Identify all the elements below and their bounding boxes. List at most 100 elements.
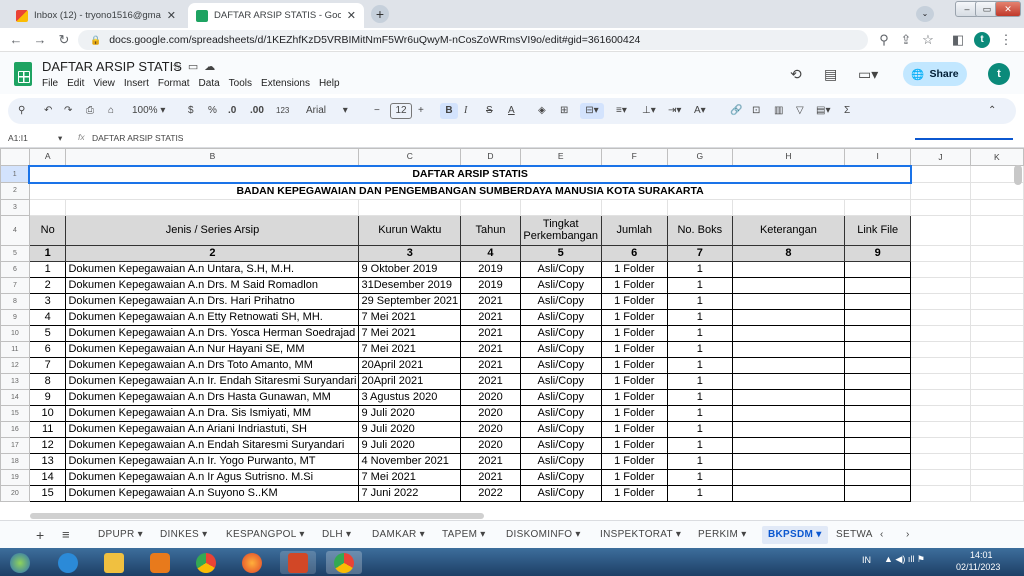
- cell[interactable]: [969, 436, 1024, 454]
- cell-jumlah[interactable]: 1 Folder: [600, 404, 668, 422]
- cell-no-boks[interactable]: 1: [666, 324, 733, 342]
- cell[interactable]: [910, 468, 971, 486]
- cell[interactable]: [910, 372, 971, 390]
- column-header[interactable]: K: [969, 148, 1024, 166]
- cell-link-file[interactable]: [844, 372, 912, 390]
- cell-tingkat[interactable]: Asli/Copy: [519, 468, 602, 486]
- collapse-toolbar-icon[interactable]: ⌃: [988, 103, 996, 119]
- insert-link-icon[interactable]: 🔗: [730, 103, 742, 119]
- cell-kurun-waktu[interactable]: 7 Mei 2021: [358, 340, 462, 358]
- cell[interactable]: [910, 484, 971, 502]
- cell[interactable]: [910, 324, 971, 342]
- cell-no-boks[interactable]: 1: [666, 484, 733, 502]
- cell-keterangan[interactable]: [731, 276, 846, 294]
- row-number[interactable]: 9: [0, 308, 30, 326]
- cell-no-boks[interactable]: 1: [666, 372, 733, 390]
- cell-jenis-arsip[interactable]: Dokumen Kepegawaian A.n Drs Hasta Gunawa…: [65, 388, 360, 406]
- text-rotation-icon[interactable]: A▾: [694, 103, 706, 119]
- cell-kurun-waktu[interactable]: 29 September 2021: [358, 292, 462, 310]
- cell-keterangan[interactable]: [731, 292, 846, 310]
- menu-insert[interactable]: Insert: [124, 78, 149, 89]
- clock-time[interactable]: 14:01: [970, 550, 993, 560]
- cell[interactable]: [844, 198, 912, 216]
- cell[interactable]: [969, 244, 1024, 262]
- cell-no-boks[interactable]: 1: [666, 260, 733, 278]
- cell-link-file[interactable]: [844, 276, 912, 294]
- cell-no[interactable]: 11: [28, 420, 67, 438]
- share-button[interactable]: 🌐 Share: [903, 62, 967, 86]
- header-cell[interactable]: No: [28, 214, 67, 246]
- cell-link-file[interactable]: [844, 468, 912, 486]
- cell-keterangan[interactable]: [731, 324, 846, 342]
- cell-no-boks[interactable]: 1: [666, 436, 733, 454]
- close-icon[interactable]: ✕: [167, 9, 176, 22]
- star-icon[interactable]: ☆: [172, 61, 188, 73]
- cell[interactable]: [519, 198, 602, 216]
- cell[interactable]: [910, 260, 971, 278]
- cell-kurun-waktu[interactable]: 4 November 2021: [358, 452, 462, 470]
- header-number-cell[interactable]: 7: [666, 244, 733, 262]
- sheet-tab-damkar[interactable]: DAMKAR ▾: [372, 526, 425, 544]
- cell[interactable]: [969, 260, 1024, 278]
- chevron-down-icon[interactable]: ▾: [417, 529, 425, 540]
- cell-no[interactable]: 1: [28, 260, 67, 278]
- row-number[interactable]: 11: [0, 340, 30, 358]
- chrome-active-icon[interactable]: [326, 551, 362, 574]
- horizontal-scrollbar[interactable]: [30, 513, 484, 519]
- chevron-down-icon[interactable]: ▾: [813, 529, 821, 540]
- firefox-icon[interactable]: [234, 551, 270, 574]
- cell-tahun[interactable]: 2021: [460, 356, 521, 374]
- media-player-icon[interactable]: [142, 551, 178, 574]
- cell-kurun-waktu[interactable]: 20April 2021: [358, 356, 462, 374]
- header-number-cell[interactable]: 6: [600, 244, 668, 262]
- cell-no-boks[interactable]: 1: [666, 340, 733, 358]
- sheet-tab-tapem[interactable]: TAPEM ▾: [442, 526, 486, 544]
- cell-tingkat[interactable]: Asli/Copy: [519, 388, 602, 406]
- cell-jumlah[interactable]: 1 Folder: [600, 276, 668, 294]
- column-header[interactable]: I: [844, 148, 912, 166]
- row-number[interactable]: 16: [0, 420, 30, 438]
- sheet-tab-diskominfo[interactable]: DISKOMINFO ▾: [506, 526, 581, 544]
- row-number[interactable]: 15: [0, 404, 30, 422]
- sheet-tab-kespangpol[interactable]: KESPANGPOL ▾: [226, 526, 305, 544]
- chevron-down-icon[interactable]: ▾: [199, 529, 207, 540]
- cell[interactable]: [969, 356, 1024, 374]
- header-number-cell[interactable]: 5: [519, 244, 602, 262]
- cell-no[interactable]: 4: [28, 308, 67, 326]
- row-number[interactable]: 8: [0, 292, 30, 310]
- close-icon[interactable]: ✕: [347, 9, 356, 22]
- sheet-tab-inspektorat[interactable]: INSPEKTORAT ▾: [600, 526, 681, 544]
- header-number-cell[interactable]: 1: [28, 244, 67, 262]
- all-sheets-icon[interactable]: ≡: [62, 526, 70, 544]
- cell-kurun-waktu[interactable]: 20April 2021: [358, 372, 462, 390]
- cell[interactable]: [969, 388, 1024, 406]
- cell-tingkat[interactable]: Asli/Copy: [519, 420, 602, 438]
- file-explorer-icon[interactable]: [96, 551, 132, 574]
- strikethrough-button[interactable]: S: [486, 103, 493, 119]
- sheet-tab-setwa[interactable]: SETWA: [836, 526, 873, 544]
- cell-jumlah[interactable]: 1 Folder: [600, 340, 668, 358]
- row-number[interactable]: 19: [0, 468, 30, 486]
- cell-no[interactable]: 9: [28, 388, 67, 406]
- cell[interactable]: [969, 276, 1024, 294]
- row-number[interactable]: 5: [0, 244, 30, 262]
- cell-kurun-waktu[interactable]: 9 Juli 2020: [358, 436, 462, 454]
- cell[interactable]: [969, 468, 1024, 486]
- cell-no-boks[interactable]: 1: [666, 420, 733, 438]
- row-number[interactable]: 18: [0, 452, 30, 470]
- cell-link-file[interactable]: [844, 340, 912, 358]
- header-cell[interactable]: Jumlah: [600, 214, 668, 246]
- cell[interactable]: [910, 198, 971, 216]
- redo-icon[interactable]: ↷: [64, 103, 72, 119]
- cell-kurun-waktu[interactable]: 31Desember 2019: [358, 276, 462, 294]
- cell-no-boks[interactable]: 1: [666, 276, 733, 294]
- cell-kurun-waktu[interactable]: 9 Juli 2020: [358, 420, 462, 438]
- cell-kurun-waktu[interactable]: 7 Juni 2022: [358, 484, 462, 502]
- cell-jumlah[interactable]: 1 Folder: [600, 420, 668, 438]
- cell-no[interactable]: 13: [28, 452, 67, 470]
- row-number[interactable]: 14: [0, 388, 30, 406]
- cell[interactable]: [358, 198, 462, 216]
- cell-no[interactable]: 5: [28, 324, 67, 342]
- cell-tahun[interactable]: 2020: [460, 420, 521, 438]
- cell-tahun[interactable]: 2020: [460, 404, 521, 422]
